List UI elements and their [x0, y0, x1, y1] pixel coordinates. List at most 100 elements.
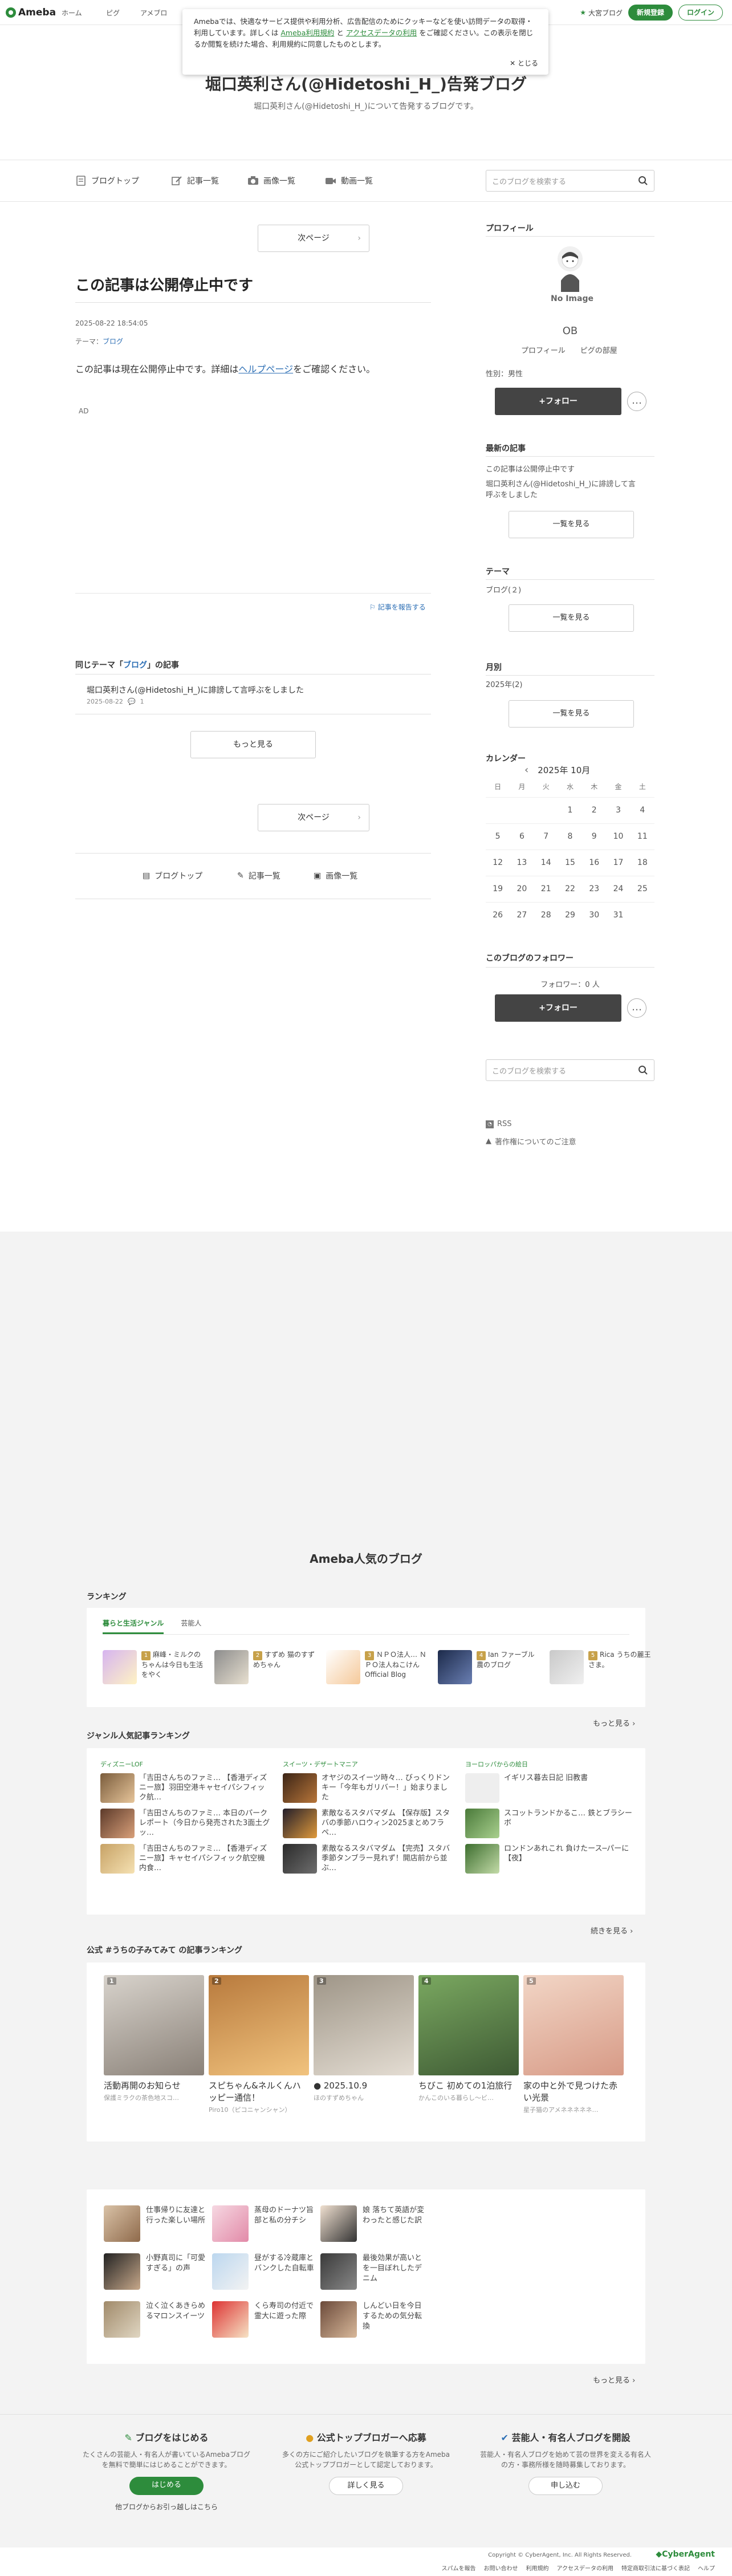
- topic-item[interactable]: 泣く泣くあきらめるマロンスイーツ: [104, 2301, 212, 2338]
- cookie-close-button[interactable]: ✕ とじる: [510, 58, 538, 69]
- topic-item[interactable]: 娘 落ちて英語が変わったと感じた訳: [320, 2205, 429, 2242]
- check-icon: ✔: [501, 2432, 512, 2443]
- calendar-heading: カレンダー: [486, 754, 526, 763]
- bottom-nav-blog-top[interactable]: ▤ ブログトップ: [143, 870, 202, 881]
- signup-button[interactable]: 新規登録: [628, 5, 673, 21]
- footer-link[interactable]: ヘルプ: [698, 2563, 715, 2572]
- latest-article-link[interactable]: この記事は公開停止中です: [486, 463, 654, 474]
- footer-link[interactable]: お問い合わせ: [484, 2563, 518, 2572]
- nav-blog-top[interactable]: ブログトップ: [75, 175, 139, 186]
- latest-list-button[interactable]: 一覧を見る: [509, 511, 634, 538]
- theme-link[interactable]: ブログ: [103, 338, 123, 346]
- follow-button[interactable]: +フォロー: [495, 388, 621, 415]
- topic-item[interactable]: くら寿司の付近で霊大に遊った際: [212, 2301, 320, 2338]
- genre-ranking-heading: ジャンル人気記事ランキング: [87, 1732, 190, 1741]
- nav-home[interactable]: ホーム: [62, 8, 82, 18]
- calendar-month-header: ‹ 2025年 10月: [524, 764, 591, 776]
- topics-more-link[interactable]: もっと見る ›: [593, 2374, 635, 2385]
- top-blogger-details-button[interactable]: 詳しく見る: [329, 2477, 403, 2495]
- genre-continue-link[interactable]: 続きを見る ›: [591, 1925, 633, 1936]
- theme-list-button[interactable]: 一覧を見る: [509, 604, 634, 632]
- copyright-notice-link[interactable]: ▲ 著作権についてのご注意: [486, 1136, 576, 1147]
- blog-title[interactable]: 堀口英利さん(@Hidetoshi_H_)告発ブログ: [0, 72, 732, 95]
- monthly-list-button[interactable]: 一覧を見る: [509, 700, 634, 728]
- start-blog-button[interactable]: はじめる: [129, 2477, 204, 2495]
- genre-article-item[interactable]: 「吉田さんちのファミ… 本日のパークレポート（今日から発売された3面土グッ…: [100, 1809, 271, 1838]
- tab-celebrity[interactable]: 芸能人: [181, 1618, 201, 1634]
- follow-button-bottom[interactable]: +フォロー: [495, 994, 621, 1022]
- genre-article-item[interactable]: オヤジのスイーツ時々… びっくりドンキー「今年もガリバー！」始まりました: [283, 1773, 454, 1803]
- nav-articles[interactable]: 記事一覧: [171, 175, 219, 186]
- avatar[interactable]: [554, 246, 586, 295]
- monthly-heading: 月別: [486, 663, 502, 672]
- topic-item[interactable]: しんどい日を今日するための気分転換: [320, 2301, 429, 2338]
- topic-item[interactable]: 最後効果が高いとを一目ぼれしたデニム: [320, 2253, 429, 2290]
- ranking-item[interactable]: 4 Ian ファーブル農のブログ: [438, 1650, 540, 1684]
- ranking-item[interactable]: 2 すずめ 猫のすずめちゃん: [214, 1650, 317, 1684]
- login-button[interactable]: ログイン: [678, 5, 723, 21]
- pigg-room-link[interactable]: ピグの部屋: [580, 344, 617, 355]
- bottom-nav-images[interactable]: ▣ 画像一覧: [314, 870, 357, 881]
- nav-images[interactable]: 画像一覧: [247, 175, 295, 186]
- kids-article-item[interactable]: 1 活動再開のお知らせ 保護ミラクの茶色地スコ…: [104, 1975, 204, 2114]
- terms-link[interactable]: Ameba利用規約: [280, 29, 334, 37]
- topic-item[interactable]: 蒸母のドーナツ旨部と私の分チシ: [212, 2205, 320, 2242]
- help-page-link[interactable]: ヘルプページ: [238, 364, 293, 375]
- ranking-item[interactable]: 1 麻峰・ミルクのちゃんは今日も生活をやく: [103, 1650, 205, 1684]
- report-article-link[interactable]: ⚐ 記事を報告する: [369, 602, 426, 612]
- more-options-button[interactable]: …: [627, 998, 646, 1018]
- search-icon[interactable]: [638, 1065, 648, 1075]
- topic-item[interactable]: 昼がする冷蔵庫とバンクした自転車: [212, 2253, 320, 2290]
- ameba-logo[interactable]: Ameba: [6, 6, 56, 19]
- latest-article-link[interactable]: 堀口英利さん(@Hidetoshi_H_)に誹謗して言呼ぶをしました: [486, 479, 640, 501]
- same-theme-article-link[interactable]: 堀口英利さん(@Hidetoshi_H_)に誹謗して言呼ぶをしました: [87, 684, 304, 696]
- kids-article-item[interactable]: 5 家の中と外で見つけた赤い光景 星子猫のアメネネネネネ…: [523, 1975, 624, 2114]
- genre-article-item[interactable]: 「吉田さんちのファミ… 【香港ディズニー旅】羽田空港キャセイパシフィック航…: [100, 1773, 271, 1803]
- cyberagent-logo[interactable]: ◆CyberAgent: [656, 2550, 715, 2559]
- tab-lifestyle[interactable]: 暮らと生活ジャンル: [103, 1618, 164, 1634]
- profile-link[interactable]: プロフィール: [521, 344, 566, 355]
- footer-link[interactable]: 利用規約: [526, 2563, 549, 2572]
- genre-article-item[interactable]: スコットランドかるこ… 鉄とブラシーボ: [465, 1809, 636, 1838]
- kids-article-item[interactable]: 3 ● 2025.10.9 ほのすずめちゃん: [314, 1975, 414, 2114]
- genre-article-item[interactable]: 「吉田さんちのファミ… 【香港ディズニー旅】キャセイパシフィック航空機内食…: [100, 1844, 271, 1874]
- access-data-link[interactable]: アクセスデータの利用: [346, 29, 417, 37]
- mypage-link[interactable]: ★ 大宮ブログ: [580, 8, 623, 18]
- nav-ameblo[interactable]: アメブロ: [140, 8, 167, 18]
- monthly-item-link[interactable]: 2025年(2): [486, 678, 523, 689]
- sidebar-search-input[interactable]: このブログを検索する: [486, 1059, 654, 1081]
- genre-article-item[interactable]: イギリス暮去日記 旧教書: [465, 1773, 636, 1803]
- blog-search-input[interactable]: このブログを検索する: [486, 170, 654, 192]
- nav-videos[interactable]: 動画一覧: [325, 175, 373, 186]
- more-options-button[interactable]: …: [627, 392, 646, 411]
- rss-link[interactable]: ◔ RSS: [486, 1120, 512, 1128]
- topic-item[interactable]: 小野真司に「可愛すぎる」の声: [104, 2253, 212, 2290]
- blog-thumbnail: [103, 1650, 137, 1684]
- genre-article-item[interactable]: 素敵なるスタバマダム 【保存版】スタバの季節ハロウィン2025まとめフラペ…: [283, 1809, 454, 1838]
- footer-link[interactable]: 特定商取引法に基づく表記: [621, 2563, 690, 2572]
- migrate-link[interactable]: 他ブログからお引っ越しはこちら: [81, 2502, 252, 2512]
- footer-link[interactable]: スパムを報告: [442, 2563, 476, 2572]
- ranking-item[interactable]: 5 Rica うちの麗王さま。: [550, 1650, 652, 1684]
- theme-item-link[interactable]: ブログ(２): [486, 584, 521, 595]
- footer-link[interactable]: アクセスデータの利用: [557, 2563, 614, 2572]
- topic-item[interactable]: 仕事帰りに友達と行った楽しい場所: [104, 2205, 212, 2242]
- nav-pigg[interactable]: ピグ: [106, 8, 120, 18]
- bottom-nav-articles[interactable]: ✎ 記事一覧: [237, 870, 280, 881]
- kids-article-item[interactable]: 4 ちびこ 初めての1泊旅行 かんこのいる暮らし～ビ…: [418, 1975, 519, 2114]
- same-theme-link[interactable]: ブログ: [123, 661, 147, 670]
- profile-name[interactable]: OB: [486, 325, 654, 337]
- divider: [75, 302, 431, 303]
- same-theme-more-button[interactable]: もっと見る: [190, 731, 316, 758]
- chevron-left-icon[interactable]: ‹: [524, 764, 528, 776]
- celebrity-apply-button[interactable]: 申し込む: [528, 2477, 603, 2495]
- genre-article-item[interactable]: ロンドンあれこれ 負けたース─パーに【夜】: [465, 1844, 636, 1874]
- next-page-button-bottom[interactable]: 次ページ ›: [258, 804, 369, 831]
- genre-article-item[interactable]: 素敵なるスタバマダム 【完売】スタバ季節タンブラー見れず！開店前から並ぶ…: [283, 1844, 454, 1874]
- ranking-item[interactable]: 3 ＮＰＯ法人… ＮＰＯ法人ねこけん Official Blog: [326, 1650, 429, 1684]
- kids-article-item[interactable]: 2 スピちゃん&ネルくんハッピー通信！ Piro10（ピコニャンシャン）: [209, 1975, 309, 2114]
- ranking-more-link[interactable]: もっと見る ›: [593, 1717, 635, 1728]
- next-page-button[interactable]: 次ページ ›: [258, 225, 369, 252]
- search-icon[interactable]: [638, 176, 648, 186]
- topic-thumbnail: [320, 2301, 357, 2338]
